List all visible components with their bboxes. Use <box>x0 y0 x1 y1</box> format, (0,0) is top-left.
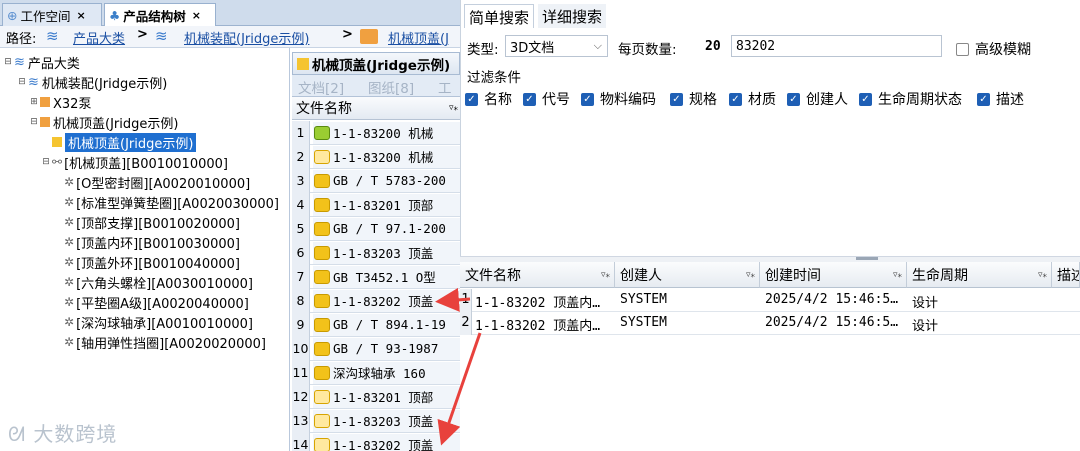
watermark-logo-icon: ᘛ <box>8 422 27 446</box>
annotation-arrows <box>435 287 482 446</box>
arrow-annotation <box>437 332 482 446</box>
watermark: ᘛ 大数跨境 <box>8 418 117 447</box>
arrow-annotation <box>435 287 471 312</box>
watermark-text: 大数跨境 <box>33 422 118 446</box>
